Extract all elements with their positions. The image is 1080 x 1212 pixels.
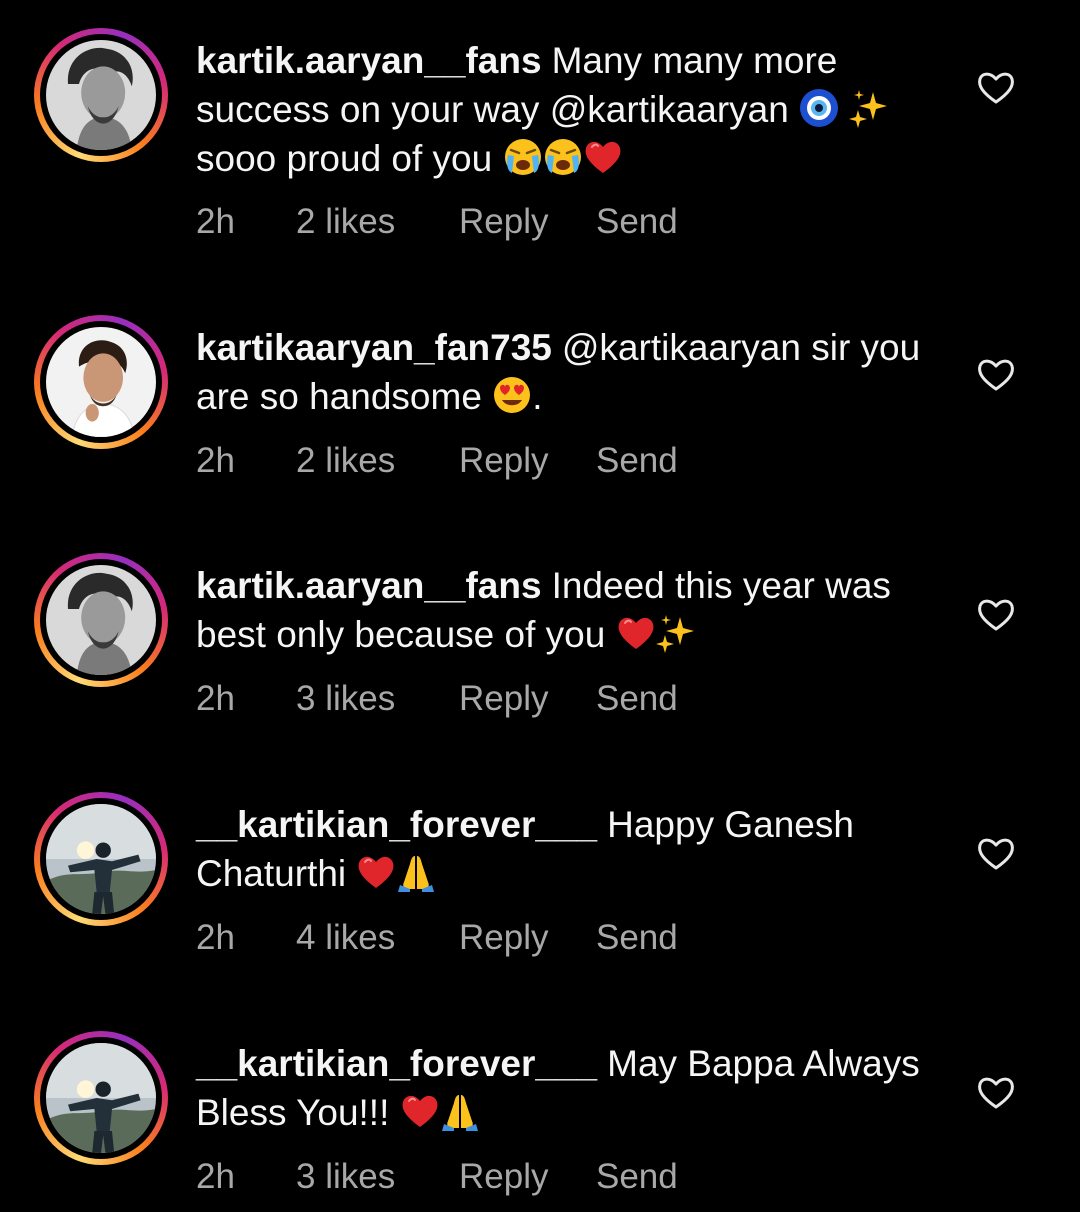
folded-hands-emoji: [440, 1091, 480, 1131]
comment-meta: 2h 3 likes Reply Send: [196, 1157, 678, 1197]
send-button[interactable]: Send: [596, 918, 678, 958]
avatar[interactable]: [46, 1043, 156, 1153]
reply-button[interactable]: Reply: [459, 202, 596, 242]
avatar-gap: [40, 559, 162, 681]
red-heart-emoji: [616, 613, 656, 653]
comment-text-continued: sooo proud of you: [196, 138, 493, 179]
comment-username[interactable]: __kartikian_forever___: [196, 804, 597, 845]
comment-body: __kartikian_forever___ May Bappa Always B…: [196, 1039, 936, 1137]
avatar-story-ring[interactable]: [34, 28, 168, 162]
comment-body: kartik.aaryan__fans Many many more succes…: [196, 36, 936, 183]
reply-button[interactable]: Reply: [459, 441, 596, 481]
comment-username[interactable]: kartik.aaryan__fans: [196, 40, 542, 81]
avatar-story-ring[interactable]: [34, 315, 168, 449]
heart-eyes-emoji: [492, 375, 532, 415]
avatar-story-ring[interactable]: [34, 792, 168, 926]
comment-likes-count[interactable]: 2 likes: [296, 202, 459, 242]
comment-meta: 2h 2 likes Reply Send: [196, 202, 678, 242]
comment-time: 2h: [196, 441, 235, 480]
comment-username[interactable]: kartikaaryan_fan735: [196, 327, 552, 368]
comment-time: 2h: [196, 679, 235, 718]
avatar[interactable]: [46, 327, 156, 437]
send-button[interactable]: Send: [596, 441, 678, 481]
sparkles-emoji: [849, 88, 889, 128]
comment-time: 2h: [196, 1157, 235, 1196]
comment-time: 2h: [196, 918, 235, 957]
sparkles-emoji: [656, 613, 696, 653]
send-button[interactable]: Send: [596, 1157, 678, 1197]
avatar-image: [46, 40, 156, 150]
like-heart-icon[interactable]: [976, 834, 1016, 874]
comment-body: __kartikian_forever___ Happy Ganesh Chatu…: [196, 800, 936, 898]
comment-likes-count[interactable]: 4 likes: [296, 918, 459, 958]
avatar-image: [46, 327, 156, 437]
comment-body: kartik.aaryan__fans Indeed this year was …: [196, 561, 936, 659]
avatar-story-ring[interactable]: [34, 553, 168, 687]
avatar-image: [46, 565, 156, 675]
comment-meta: 2h 3 likes Reply Send: [196, 679, 678, 719]
comment-time: 2h: [196, 202, 235, 241]
reply-button[interactable]: Reply: [459, 679, 596, 719]
avatar[interactable]: [46, 804, 156, 914]
reply-button[interactable]: Reply: [459, 918, 596, 958]
avatar-gap: [40, 798, 162, 920]
like-heart-icon[interactable]: [976, 1073, 1016, 1113]
avatar-story-ring[interactable]: [34, 1031, 168, 1165]
comment-meta: 2h 2 likes Reply Send: [196, 441, 678, 481]
like-heart-icon[interactable]: [976, 68, 1016, 108]
red-heart-emoji: [400, 1091, 440, 1131]
comment-likes-count[interactable]: 3 likes: [296, 679, 459, 719]
avatar[interactable]: [46, 565, 156, 675]
comment-likes-count[interactable]: 3 likes: [296, 1157, 459, 1197]
like-heart-icon[interactable]: [976, 595, 1016, 635]
avatar-gap: [40, 1037, 162, 1159]
comment-text-continued: .: [532, 376, 543, 417]
nazar-amulet-emoji: [799, 88, 839, 128]
comment-body: kartikaaryan_fan735 @kartikaaryan sir you…: [196, 323, 936, 421]
avatar-gap: [40, 321, 162, 443]
loudly-crying-face-emoji: [543, 137, 583, 177]
red-heart-emoji: [356, 852, 396, 892]
reply-button[interactable]: Reply: [459, 1157, 596, 1197]
avatar-gap: [40, 34, 162, 156]
send-button[interactable]: Send: [596, 202, 678, 242]
avatar-image: [46, 1043, 156, 1153]
avatar-image: [46, 804, 156, 914]
like-heart-icon[interactable]: [976, 355, 1016, 395]
comment-username[interactable]: kartik.aaryan__fans: [196, 565, 542, 606]
loudly-crying-face-emoji: [503, 137, 543, 177]
send-button[interactable]: Send: [596, 679, 678, 719]
red-heart-emoji: [583, 137, 623, 177]
avatar[interactable]: [46, 40, 156, 150]
comment-likes-count[interactable]: 2 likes: [296, 441, 459, 481]
comment-meta: 2h 4 likes Reply Send: [196, 918, 678, 958]
comment-username[interactable]: __kartikian_forever___: [196, 1043, 597, 1084]
folded-hands-emoji: [396, 852, 436, 892]
